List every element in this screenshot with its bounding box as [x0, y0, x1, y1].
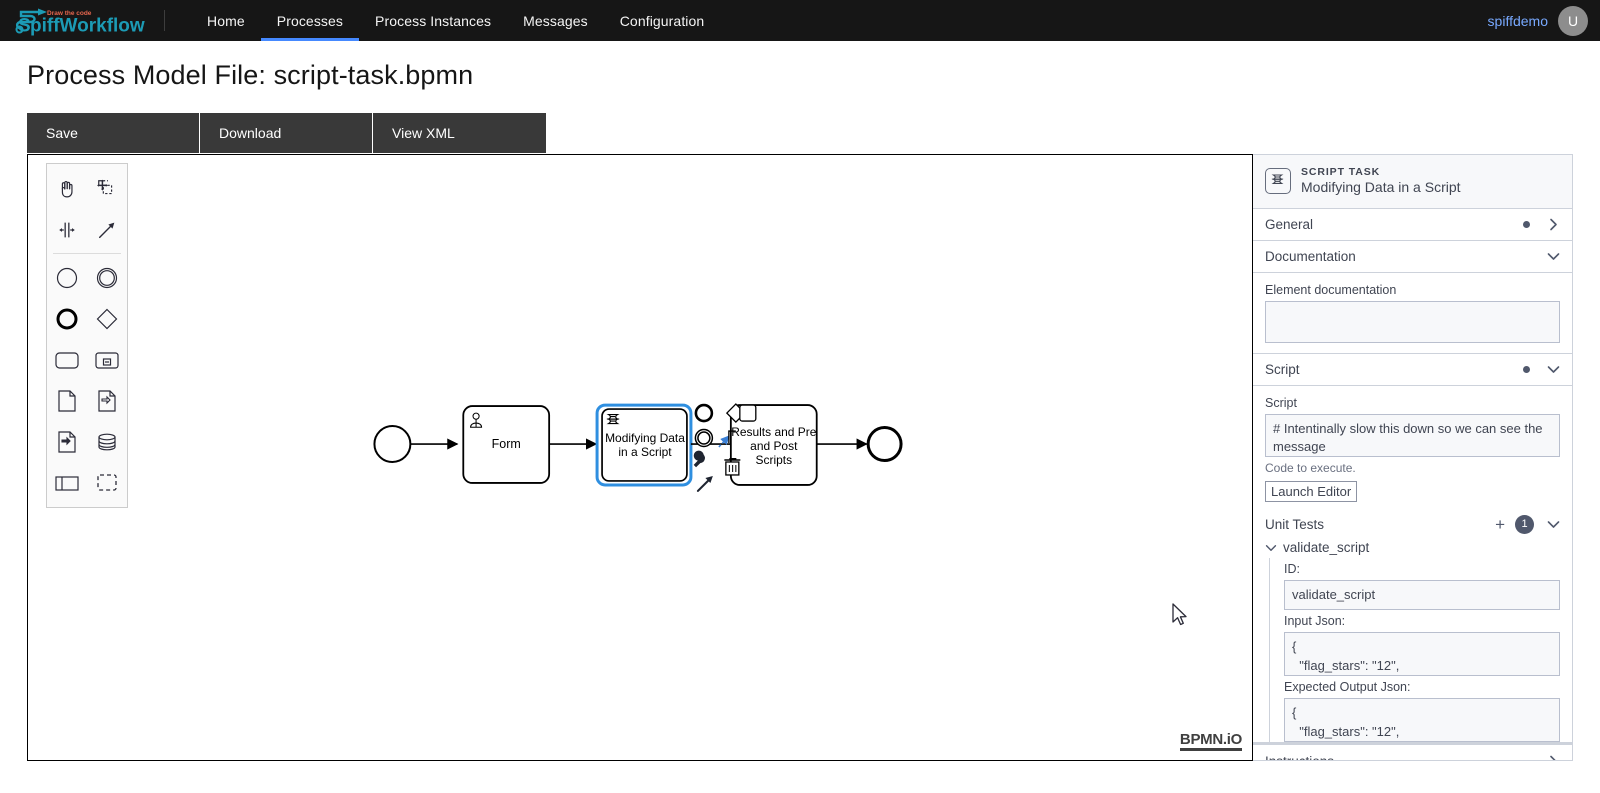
nav-item-home-label: Home	[207, 12, 245, 29]
properties-group-general[interactable]: General	[1253, 209, 1572, 241]
script-hint: Code to execute.	[1265, 460, 1356, 475]
bpmn-editor: Form Modifying Data in a Script Results …	[27, 154, 1573, 761]
script-field-label: Script	[1265, 395, 1297, 410]
change-type-wrench-icon[interactable]	[693, 450, 705, 468]
connect-arrow-icon[interactable]	[696, 475, 713, 492]
nav-item-process-instances-label: Process Instances	[375, 12, 492, 29]
delete-trash-icon[interactable]	[724, 457, 741, 476]
chevron-right-icon	[1546, 218, 1560, 231]
bpmn-start-event[interactable]	[373, 425, 412, 463]
nav-item-process-instances[interactable]: Process Instances	[359, 0, 507, 41]
view-xml-button-label: View XML	[392, 125, 455, 141]
file-action-toolbar: Save Download View XML	[27, 113, 546, 153]
general-status-dot-icon	[1523, 220, 1530, 228]
view-xml-button[interactable]: View XML	[373, 113, 546, 153]
unit-test-expected-json-label: Expected Output Json:	[1284, 680, 1411, 695]
nav-item-configuration-label: Configuration	[619, 12, 705, 29]
script-status-dot-icon	[1523, 365, 1530, 373]
properties-group-script-label: Script	[1265, 361, 1300, 377]
unit-test-id-label: ID:	[1284, 561, 1300, 576]
bpmn-end-event[interactable]	[866, 426, 903, 462]
properties-footer: Instructions	[1253, 742, 1572, 760]
svg-text:Scripts: Scripts	[755, 453, 792, 467]
properties-header-text: SCRIPT TASK Modifying Data in a Script	[1301, 166, 1461, 197]
bpmn-diagram: Form Modifying Data in a Script Results …	[373, 403, 903, 492]
script-input[interactable]	[1265, 413, 1560, 457]
download-button[interactable]: Download	[200, 113, 373, 153]
brand-logo[interactable]: S piffWorkflow Draw the code	[0, 0, 164, 41]
svg-text:piffWorkflow: piffWorkflow	[30, 15, 145, 36]
svg-text:Modifying Data: Modifying Data	[605, 431, 685, 445]
svg-text:and Post: and Post	[750, 439, 798, 453]
top-navigation-bar: S piffWorkflow Draw the code Home Proces…	[0, 0, 1600, 41]
save-button-label: Save	[46, 125, 78, 141]
download-button-label: Download	[219, 125, 282, 141]
nav-item-processes-label: Processes	[276, 12, 344, 29]
unit-test-item-title: validate_script	[1283, 539, 1370, 555]
brand-divider	[164, 10, 165, 31]
append-task-icon[interactable]	[739, 404, 757, 422]
svg-text:Form: Form	[492, 437, 521, 451]
svg-text:Results and Pre: Results and Pre	[731, 425, 816, 439]
username-label: spiffdemo	[1487, 12, 1548, 29]
chevron-down-icon	[1546, 252, 1560, 261]
element-name-label: Modifying Data in a Script	[1301, 179, 1461, 196]
chevron-right-icon	[1546, 755, 1560, 760]
svg-text:S: S	[18, 15, 31, 36]
chevron-down-icon	[1546, 365, 1560, 374]
unit-tests-header[interactable]: Unit Tests + 1	[1253, 506, 1572, 540]
append-intermediate-event-icon[interactable]	[694, 428, 714, 448]
nav-item-messages[interactable]: Messages	[507, 0, 604, 41]
chevron-down-icon[interactable]	[1546, 520, 1560, 529]
element-documentation-label: Element documentation	[1265, 282, 1397, 297]
unit-tests-count-badge: 1	[1515, 514, 1534, 534]
nav-user-area: spiffdemo U	[1488, 0, 1600, 41]
nav-item-processes[interactable]: Processes	[260, 0, 360, 41]
script-task-icon	[1265, 168, 1291, 195]
properties-group-documentation-label: Documentation	[1265, 248, 1356, 264]
properties-group-script[interactable]: Script	[1253, 354, 1572, 386]
nav-item-home[interactable]: Home	[191, 0, 261, 41]
brand-tagline-text: Draw the code	[47, 10, 92, 17]
unit-test-expected-json-input[interactable]	[1284, 698, 1560, 743]
properties-group-general-label: General	[1265, 216, 1314, 232]
script-group-body: Script Code to execute. Launch Editor	[1253, 386, 1572, 506]
unit-test-input-json-input[interactable]	[1284, 632, 1560, 677]
element-kind-label: SCRIPT TASK	[1301, 166, 1381, 178]
bpmn-canvas[interactable]: Form Modifying Data in a Script Results …	[27, 154, 1253, 761]
properties-group-instructions[interactable]: Instructions	[1253, 743, 1572, 760]
bpmn-user-task-form[interactable]: Form	[462, 405, 551, 484]
bpmn-script-task-modifying-data[interactable]: Modifying Data in a Script	[595, 403, 693, 487]
unit-test-item-header[interactable]: validate_script	[1253, 540, 1572, 558]
nav-item-configuration[interactable]: Configuration	[604, 0, 721, 41]
avatar-initial: U	[1567, 12, 1579, 29]
unit-test-item-body: ID: Input Json: Expected Output Json:	[1269, 557, 1572, 743]
properties-header: SCRIPT TASK Modifying Data in a Script	[1253, 155, 1572, 209]
instructions-label: Instructions	[1265, 754, 1546, 760]
primary-nav: Home Processes Process Instances Message…	[191, 0, 720, 41]
spiffworkflow-logo-icon: S piffWorkflow Draw the code	[15, 8, 145, 36]
page-title: Process Model File: script-task.bpmn	[27, 60, 474, 90]
add-unit-test-icon[interactable]: +	[1495, 516, 1505, 533]
nav-item-messages-label: Messages	[523, 12, 588, 29]
append-end-event-icon[interactable]	[694, 403, 714, 423]
avatar[interactable]: U	[1558, 5, 1588, 36]
bpmn-io-watermark[interactable]: BPMN.iO	[1179, 732, 1242, 751]
properties-group-documentation[interactable]: Documentation	[1253, 241, 1572, 273]
svg-text:in a Script: in a Script	[618, 445, 672, 459]
save-button[interactable]: Save	[27, 113, 200, 153]
documentation-group-body: Element documentation	[1253, 273, 1572, 354]
properties-panel: SCRIPT TASK Modifying Data in a Script G…	[1253, 154, 1573, 761]
chevron-down-icon	[1265, 540, 1277, 555]
element-documentation-input[interactable]	[1265, 300, 1560, 343]
unit-test-id-input[interactable]	[1284, 579, 1560, 611]
unit-tests-label: Unit Tests	[1265, 516, 1325, 532]
launch-editor-button[interactable]: Launch Editor	[1265, 480, 1358, 502]
unit-test-input-json-label: Input Json:	[1284, 614, 1346, 629]
